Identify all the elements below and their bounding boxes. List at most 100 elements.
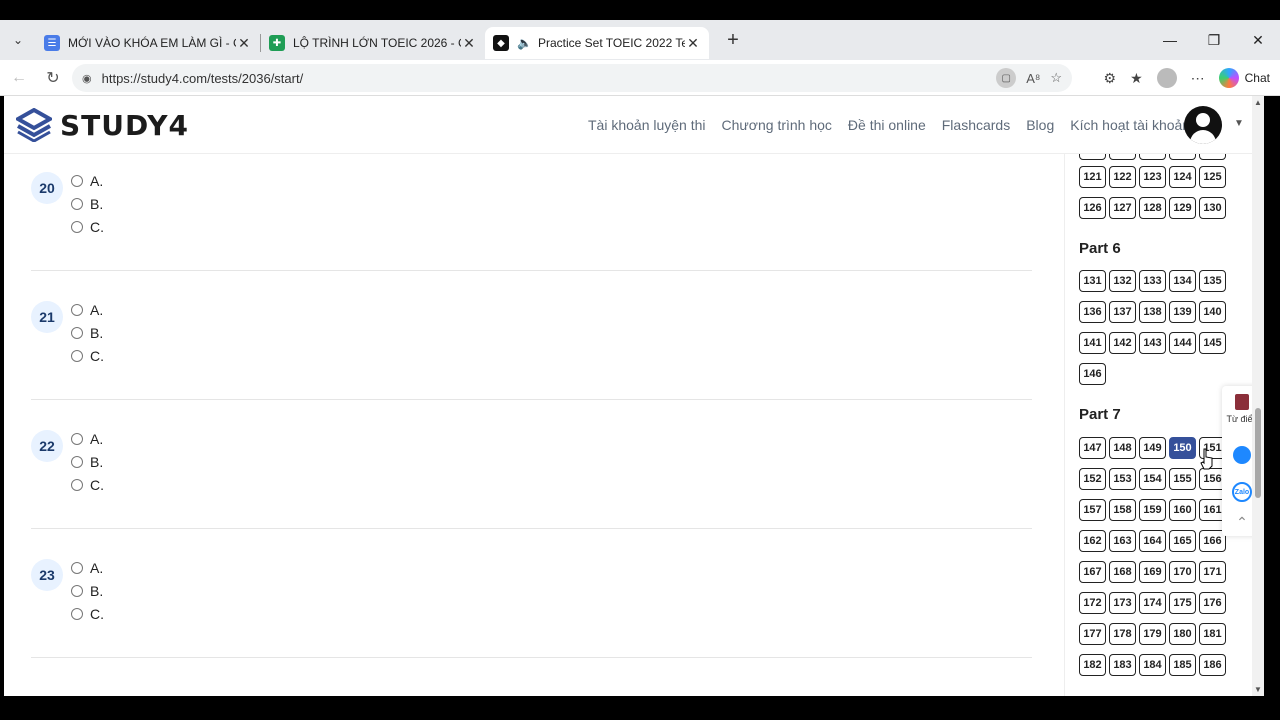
answer-option[interactable]: A.: [71, 560, 103, 576]
answer-option[interactable]: A.: [71, 173, 103, 189]
answer-option[interactable]: C.: [71, 219, 104, 235]
url-field[interactable]: ◉ https://study4.com/tests/2036/start/ ▢…: [72, 64, 1072, 92]
app-available-icon[interactable]: ▢: [996, 68, 1017, 88]
radio-icon[interactable]: [71, 608, 83, 620]
question-nav-button[interactable]: 180: [1169, 623, 1196, 645]
question-nav-button[interactable]: 171: [1199, 561, 1226, 583]
answer-option[interactable]: A.: [71, 431, 103, 447]
question-nav-button[interactable]: 132: [1109, 270, 1136, 292]
question-nav-button[interactable]: 136: [1079, 301, 1106, 323]
question-nav-button[interactable]: 145: [1199, 332, 1226, 354]
question-nav-button[interactable]: 130: [1199, 197, 1226, 219]
answer-option[interactable]: B.: [71, 583, 103, 599]
speaker-icon[interactable]: 🔈: [517, 36, 532, 50]
question-nav-button[interactable]: 160: [1169, 499, 1196, 521]
browser-tab-active[interactable]: ◆ 🔈 Practice Set TOEIC 2022 Test 8 ✕: [485, 27, 709, 59]
question-nav-button[interactable]: 169: [1139, 561, 1166, 583]
question-nav-button[interactable]: 128: [1139, 197, 1166, 219]
question-nav-button[interactable]: 126: [1079, 197, 1106, 219]
answer-option[interactable]: B.: [71, 454, 103, 470]
answer-option[interactable]: B.: [71, 325, 103, 341]
radio-icon[interactable]: [71, 198, 83, 210]
scroll-down-arrow-icon[interactable]: ▼: [1254, 685, 1262, 694]
question-nav-button[interactable]: 148: [1109, 437, 1136, 459]
page-scrollbar[interactable]: ▲ ▼: [1252, 96, 1264, 696]
question-nav-button[interactable]: 135: [1199, 270, 1226, 292]
question-nav-button[interactable]: 150: [1169, 437, 1196, 459]
question-nav-button[interactable]: 137: [1109, 301, 1136, 323]
nav-chuong-trinh-hoc[interactable]: Chương trình học: [722, 117, 832, 133]
question-nav-button[interactable]: 176: [1199, 592, 1226, 614]
nav-kich-hoat-tai-khoan[interactable]: Kích hoạt tài khoản: [1070, 117, 1190, 133]
question-nav-button[interactable]: 124: [1169, 166, 1196, 188]
browser-tab[interactable]: ✚ LỘ TRÌNH LỚN TOEIC 2026 - Goog ✕: [261, 27, 485, 59]
user-avatar-icon[interactable]: [1184, 106, 1222, 144]
question-nav-button[interactable]: 139: [1169, 301, 1196, 323]
browser-tab[interactable]: ☰ MỚI VÀO KHÓA EM LÀM GÌ - Goo ✕: [36, 27, 260, 59]
question-nav-button[interactable]: 155: [1169, 468, 1196, 490]
radio-icon[interactable]: [71, 350, 83, 362]
caret-down-icon[interactable]: ▼: [1234, 118, 1244, 129]
nav-de-thi-online[interactable]: Đề thi online: [848, 117, 926, 133]
question-nav-button[interactable]: 143: [1139, 332, 1166, 354]
question-nav-button[interactable]: 123: [1139, 166, 1166, 188]
nav-blog[interactable]: Blog: [1026, 117, 1054, 133]
radio-icon[interactable]: [71, 221, 83, 233]
more-menu-icon[interactable]: ⋯: [1191, 70, 1205, 87]
question-nav-button[interactable]: 138: [1139, 301, 1166, 323]
answer-option[interactable]: A.: [71, 302, 103, 318]
tab-list-chevron-icon[interactable]: ⌄: [0, 20, 36, 60]
question-nav-button[interactable]: 125: [1199, 166, 1226, 188]
nav-flashcards[interactable]: Flashcards: [942, 117, 1010, 133]
radio-icon[interactable]: [71, 433, 83, 445]
new-tab-plus-icon[interactable]: +: [717, 29, 749, 52]
question-nav-button[interactable]: [1109, 154, 1136, 160]
question-nav-button[interactable]: 186: [1199, 654, 1226, 676]
question-nav-button[interactable]: 153: [1109, 468, 1136, 490]
question-nav-button[interactable]: 162: [1079, 530, 1106, 552]
question-nav-button[interactable]: 149: [1139, 437, 1166, 459]
close-icon[interactable]: ✕: [461, 35, 477, 52]
window-close-icon[interactable]: ✕: [1236, 20, 1280, 60]
question-nav-button[interactable]: 121: [1079, 166, 1106, 188]
radio-icon[interactable]: [71, 585, 83, 597]
question-nav-button[interactable]: 178: [1109, 623, 1136, 645]
back-arrow-icon[interactable]: ←: [2, 69, 36, 87]
question-nav-button[interactable]: 134: [1169, 270, 1196, 292]
question-nav-button[interactable]: 177: [1079, 623, 1106, 645]
question-nav-button[interactable]: [1079, 154, 1106, 160]
question-nav-button[interactable]: 183: [1109, 654, 1136, 676]
question-nav-button[interactable]: 164: [1139, 530, 1166, 552]
answer-option[interactable]: C.: [71, 348, 104, 364]
question-nav-button[interactable]: 140: [1199, 301, 1226, 323]
question-nav-button[interactable]: 147: [1079, 437, 1106, 459]
question-nav-button[interactable]: 144: [1169, 332, 1196, 354]
question-nav-button[interactable]: 146: [1079, 363, 1106, 385]
nav-tai-khoan-luyen-thi[interactable]: Tài khoản luyện thi: [588, 117, 706, 133]
profile-avatar-icon[interactable]: [1156, 68, 1177, 88]
favorite-star-icon[interactable]: ☆: [1050, 70, 1062, 86]
question-nav-button[interactable]: 154: [1139, 468, 1166, 490]
question-nav-button[interactable]: 142: [1109, 332, 1136, 354]
radio-icon[interactable]: [71, 562, 83, 574]
site-info-icon[interactable]: ◉: [82, 72, 92, 85]
question-nav-button[interactable]: 152: [1079, 468, 1106, 490]
favorites-icon[interactable]: ★: [1130, 70, 1143, 87]
answer-option[interactable]: B.: [71, 196, 103, 212]
scroll-up-arrow-icon[interactable]: ▲: [1254, 98, 1262, 107]
question-nav-button[interactable]: 158: [1109, 499, 1136, 521]
question-nav-button[interactable]: 129: [1169, 197, 1196, 219]
question-nav-button[interactable]: 175: [1169, 592, 1196, 614]
question-nav-button[interactable]: 182: [1079, 654, 1106, 676]
read-aloud-icon[interactable]: A⁸: [1026, 71, 1040, 86]
close-icon[interactable]: ✕: [236, 35, 252, 52]
question-nav-button[interactable]: [1199, 154, 1226, 160]
radio-icon[interactable]: [71, 304, 83, 316]
question-nav-button[interactable]: 159: [1139, 499, 1166, 521]
question-nav-button[interactable]: 174: [1139, 592, 1166, 614]
question-nav-button[interactable]: 167: [1079, 561, 1106, 583]
question-nav-button[interactable]: 157: [1079, 499, 1106, 521]
extensions-icon[interactable]: ⚙: [1104, 70, 1117, 87]
question-nav-button[interactable]: 165: [1169, 530, 1196, 552]
radio-icon[interactable]: [71, 327, 83, 339]
